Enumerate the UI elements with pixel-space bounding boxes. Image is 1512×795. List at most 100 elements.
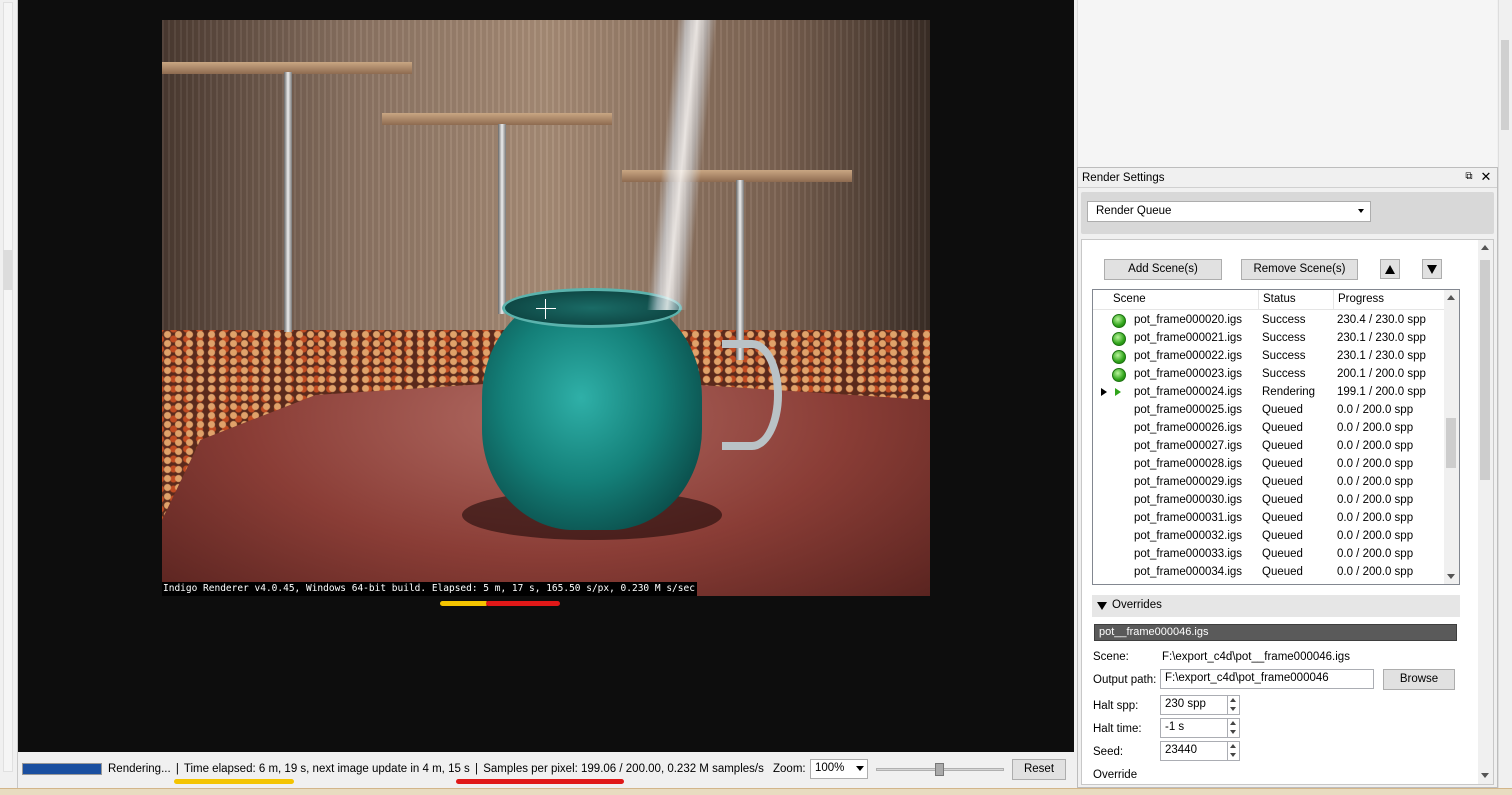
mode-select[interactable]: Render Queue [1087, 201, 1371, 222]
window-bottom-edge [0, 788, 1512, 795]
right-scroll-thumb[interactable] [1501, 40, 1509, 130]
progress-fill [23, 764, 101, 774]
table-row[interactable]: pot_frame000028.igs Queued 0.0 / 200.0 spp [1093, 456, 1445, 474]
scroll-down-icon[interactable] [1481, 773, 1489, 778]
render-pole [736, 180, 744, 360]
chevron-down-icon [856, 766, 864, 771]
left-scroll-track[interactable] [3, 2, 13, 772]
halt-time-spinner[interactable] [1227, 719, 1239, 737]
row-progress: 0.0 / 200.0 spp [1337, 548, 1414, 560]
row-status: Queued [1262, 494, 1303, 506]
zoom-slider-thumb[interactable] [935, 763, 944, 776]
table-scrollbar[interactable] [1444, 290, 1459, 584]
table-row[interactable]: pot_frame000023.igs Success 200.1 / 200.0 … [1093, 366, 1445, 384]
spin-up-icon[interactable] [1230, 744, 1236, 748]
render-pole [284, 72, 292, 332]
row-status: Queued [1262, 422, 1303, 434]
spin-up-icon[interactable] [1230, 698, 1236, 702]
table-row[interactable]: pot_frame000031.igs Queued 0.0 / 200.0 spp [1093, 510, 1445, 528]
table-row[interactable]: pot_frame000026.igs Queued 0.0 / 200.0 spp [1093, 420, 1445, 438]
triangle-up-icon [1385, 265, 1395, 274]
row-status: Rendering [1262, 386, 1316, 398]
float-window-icon[interactable]: ⧉ [1463, 171, 1475, 183]
row-progress: 230.4 / 230.0 spp [1337, 314, 1426, 326]
row-scene: pot_frame000029.igs [1134, 476, 1243, 488]
rendering-label: Rendering... [108, 763, 171, 775]
table-row[interactable]: pot_frame000029.igs Queued 0.0 / 200.0 spp [1093, 474, 1445, 492]
add-scene-button[interactable]: Add Scene(s) [1104, 259, 1222, 280]
render-pole [498, 124, 506, 314]
scroll-up-icon[interactable] [1481, 245, 1489, 250]
row-scene: pot_frame000027.igs [1134, 440, 1243, 452]
halt-spp-value: 230 spp [1165, 698, 1206, 710]
overrides-header[interactable]: Overrides [1092, 595, 1460, 617]
reset-button[interactable]: Reset [1012, 759, 1066, 780]
scroll-up-icon[interactable] [1447, 295, 1455, 300]
table-row[interactable]: pot_frame000032.igs Queued 0.0 / 200.0 spp [1093, 528, 1445, 546]
row-status: Success [1262, 368, 1306, 380]
table-scroll-thumb[interactable] [1446, 418, 1456, 468]
row-status: Queued [1262, 566, 1303, 578]
panel-scroll-thumb[interactable] [1480, 260, 1490, 480]
left-scrollbar[interactable] [0, 0, 18, 795]
move-up-button[interactable] [1380, 259, 1400, 279]
table-header: Scene Status Progress [1093, 290, 1445, 310]
left-scroll-thumb[interactable] [3, 250, 13, 290]
crosshair-cursor-icon [536, 299, 556, 319]
success-status-icon [1112, 332, 1126, 346]
row-scene: pot_frame000030.igs [1134, 494, 1243, 506]
selected-scene-bar[interactable]: pot__frame000046.igs [1094, 624, 1457, 641]
spin-up-icon[interactable] [1230, 721, 1236, 725]
halt-spp-label: Halt spp: [1093, 700, 1139, 712]
column-scene[interactable]: Scene [1113, 293, 1146, 305]
zoom-slider[interactable] [876, 763, 1004, 776]
close-icon[interactable]: ✕ [1480, 170, 1492, 184]
mode-value: Render Queue [1096, 205, 1172, 217]
spin-down-icon[interactable] [1230, 730, 1236, 734]
triangle-down-icon [1427, 265, 1437, 274]
row-progress: 200.1 / 200.0 spp [1337, 368, 1426, 380]
row-scene: pot_frame000021.igs [1134, 332, 1243, 344]
row-scene: pot_frame000034.igs [1134, 566, 1243, 578]
row-status: Queued [1262, 476, 1303, 488]
row-progress: 199.1 / 200.0 spp [1337, 386, 1426, 398]
table-row[interactable]: pot_frame000033.igs Queued 0.0 / 200.0 spp [1093, 546, 1445, 564]
halt-spp-spinner[interactable] [1227, 696, 1239, 714]
row-progress: 0.0 / 200.0 spp [1337, 404, 1414, 416]
row-progress: 0.0 / 200.0 spp [1337, 476, 1414, 488]
success-status-icon [1112, 350, 1126, 364]
scroll-down-icon[interactable] [1447, 574, 1455, 579]
table-row[interactable]: pot_frame000030.igs Queued 0.0 / 200.0 spp [1093, 492, 1445, 510]
row-scene: pot_frame000020.igs [1134, 314, 1243, 326]
table-row[interactable]: pot_frame000027.igs Queued 0.0 / 200.0 spp [1093, 438, 1445, 456]
row-progress: 0.0 / 200.0 spp [1337, 566, 1414, 578]
panel-scrollbar[interactable] [1478, 240, 1493, 784]
spin-down-icon[interactable] [1230, 753, 1236, 757]
seed-spinner[interactable] [1227, 742, 1239, 760]
render-image[interactable] [162, 20, 930, 596]
override-label: Override [1093, 769, 1138, 781]
samples-per-pixel: Samples per pixel: 199.06 / 200.00, 0.23… [483, 763, 764, 775]
remove-scene-button[interactable]: Remove Scene(s) [1241, 259, 1358, 280]
render-viewport[interactable]: Indigo Renderer v4.0.45, Windows 64-bit … [18, 0, 1074, 752]
table-row[interactable]: pot_frame000024.igs Rendering 199.1 / 200.… [1093, 384, 1445, 402]
status-bar: Rendering... | Time elapsed: 6 m, 19 s, … [18, 752, 1074, 788]
row-status: Queued [1262, 458, 1303, 470]
column-status[interactable]: Status [1263, 293, 1296, 305]
column-progress[interactable]: Progress [1338, 293, 1384, 305]
table-row[interactable]: pot_frame000025.igs Queued 0.0 / 200.0 spp [1093, 402, 1445, 420]
table-row[interactable]: pot_frame000021.igs Success 230.1 / 230.0 … [1093, 330, 1445, 348]
spin-down-icon[interactable] [1230, 707, 1236, 711]
table-row[interactable]: pot_frame000034.igs Queued 0.0 / 200.0 spp [1093, 564, 1445, 582]
table-row[interactable]: pot_frame000022.igs Success 230.1 / 230.0 … [1093, 348, 1445, 366]
row-progress: 230.1 / 230.0 spp [1337, 332, 1426, 344]
move-down-button[interactable] [1422, 259, 1442, 279]
browse-button[interactable]: Browse [1383, 669, 1455, 690]
table-row[interactable]: pot_frame000020.igs Success 230.4 / 230.0 … [1093, 312, 1445, 330]
right-scrollbar[interactable] [1498, 0, 1512, 788]
output-path-input[interactable]: F:\export_c4d\pot_frame000046 [1160, 669, 1374, 689]
row-progress: 0.0 / 200.0 spp [1337, 512, 1414, 524]
zoom-select[interactable]: 100% [810, 759, 868, 779]
mode-area: Render Queue [1081, 192, 1494, 234]
row-status: Queued [1262, 512, 1303, 524]
